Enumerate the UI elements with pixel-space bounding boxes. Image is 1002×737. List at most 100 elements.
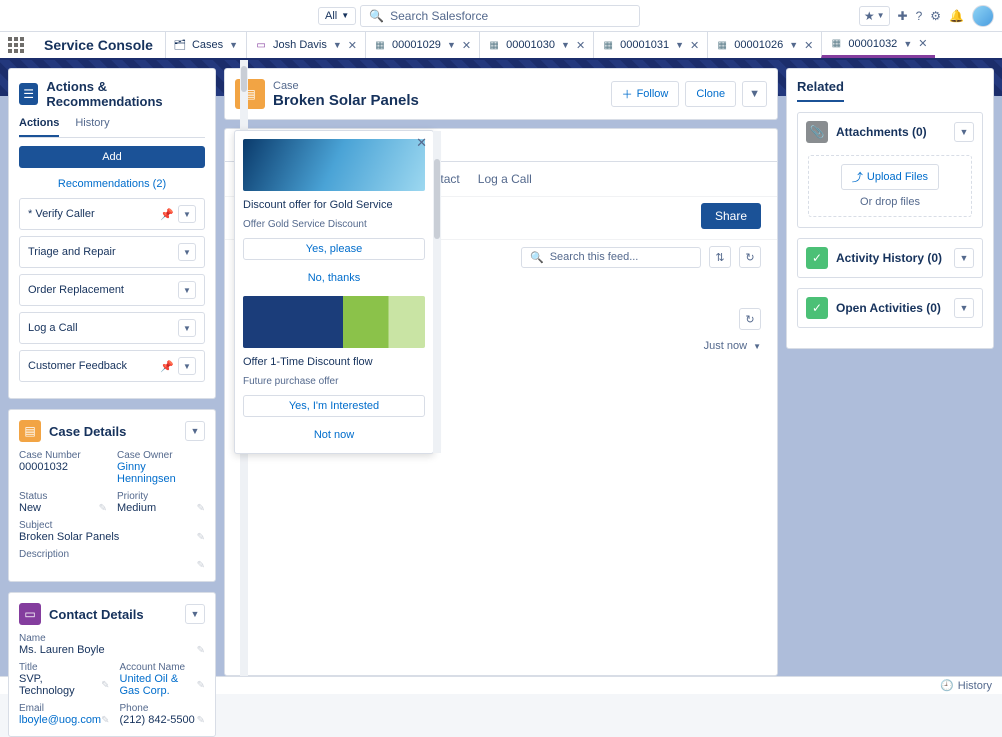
history-button[interactable]: History xyxy=(958,680,992,692)
related-card: Related 📎 Attachments (0) ▼ ⤴Upload File… xyxy=(786,68,994,349)
case-owner-link[interactable]: Ginny Henningsen xyxy=(117,461,205,485)
edit-icon[interactable]: ✎ xyxy=(197,532,205,543)
contact-icon xyxy=(255,39,267,51)
search-feed-input[interactable]: 🔍 Search this feed... xyxy=(521,247,701,268)
chevron-down-icon[interactable]: ▼ xyxy=(954,122,974,142)
close-icon[interactable]: ✕ xyxy=(416,135,427,151)
action-item[interactable]: Customer Feedback 📌 ▼ xyxy=(19,350,205,382)
edit-icon[interactable]: ✎ xyxy=(197,503,205,514)
nav-tab[interactable]: 00001026 ▼ ✕ xyxy=(707,32,821,58)
chevron-down-icon[interactable]: ▼ xyxy=(178,281,196,299)
upload-zone[interactable]: ⤴Upload Files Or drop files xyxy=(808,155,972,217)
action-item[interactable]: Log a Call ▼ xyxy=(19,312,205,344)
refresh-icon[interactable]: ↻ xyxy=(739,246,761,268)
more-actions-button[interactable]: ▼ xyxy=(742,81,767,107)
nav-tab[interactable]: 00001032 ▼ ✕ xyxy=(821,32,935,58)
page-title: Broken Solar Panels xyxy=(273,92,419,109)
chevron-down-icon[interactable]: ▼ xyxy=(178,243,196,261)
clock-icon: 🕘 xyxy=(940,679,954,692)
reject-button[interactable]: Not now xyxy=(243,425,425,445)
recommendations-link[interactable]: Recommendations (2) xyxy=(19,174,205,198)
chevron-down-icon[interactable]: ▼ xyxy=(178,205,196,223)
bell-icon[interactable]: 🔔 xyxy=(949,9,964,23)
edit-icon[interactable]: ✎ xyxy=(101,715,109,726)
quick-action[interactable]: Log a Call xyxy=(478,172,532,186)
nav-tab[interactable]: 00001031 ▼ ✕ xyxy=(593,32,707,58)
timestamp: Just now xyxy=(704,340,747,352)
refresh-icon[interactable]: ↻ xyxy=(739,308,761,330)
edit-icon[interactable]: ✎ xyxy=(197,715,205,726)
edit-icon[interactable]: ✎ xyxy=(99,503,107,514)
edit-icon[interactable]: ✎ xyxy=(197,680,205,691)
chevron-down-icon[interactable]: ▼ xyxy=(675,40,684,50)
search-scope[interactable]: All▼ xyxy=(318,7,356,25)
chevron-down-icon[interactable]: ▼ xyxy=(185,604,205,624)
chevron-down-icon[interactable]: ▼ xyxy=(447,40,456,50)
close-icon[interactable]: ✕ xyxy=(918,37,927,50)
contact-icon: ▭ xyxy=(19,603,41,625)
gear-icon[interactable]: ⚙ xyxy=(930,9,941,23)
upload-icon: ⤴ xyxy=(852,169,863,185)
chevron-down-icon[interactable]: ▼ xyxy=(753,342,761,351)
accept-button[interactable]: Yes, please xyxy=(243,238,425,260)
pin-icon[interactable]: 📌 xyxy=(160,208,174,221)
share-button[interactable]: Share xyxy=(701,203,761,229)
contact-details-card: ▭ Contact Details ▼ Name Ms. Lauren Boyl… xyxy=(8,592,216,737)
tab-actions[interactable]: Actions xyxy=(19,117,59,137)
chevron-down-icon[interactable]: ▼ xyxy=(229,40,238,50)
global-header: All▼ 🔍 Search Salesforce ★▼ ✚ ? ⚙ 🔔 xyxy=(0,0,1002,32)
upload-files-button[interactable]: ⤴Upload Files xyxy=(841,164,939,190)
reject-button[interactable]: No, thanks xyxy=(243,268,425,288)
email-link[interactable]: lboyle@uog.com xyxy=(19,714,101,726)
briefcase-icon xyxy=(374,39,386,51)
list-icon: ☰ xyxy=(19,83,38,105)
action-item[interactable]: Order Replacement ▼ xyxy=(19,274,205,306)
accept-button[interactable]: Yes, I'm Interested xyxy=(243,395,425,417)
pin-icon[interactable]: 📌 xyxy=(160,360,174,373)
scrollbar[interactable] xyxy=(433,131,441,453)
action-item[interactable]: * Verify Caller 📌 ▼ xyxy=(19,198,205,230)
add-icon[interactable]: ✚ xyxy=(898,9,908,23)
chevron-down-icon[interactable]: ▼ xyxy=(333,40,342,50)
close-icon[interactable]: ✕ xyxy=(690,39,699,52)
edit-icon[interactable]: ✎ xyxy=(197,645,205,656)
recommendation-image xyxy=(243,296,425,348)
action-item[interactable]: Triage and Repair ▼ xyxy=(19,236,205,268)
clone-button[interactable]: Clone xyxy=(685,81,736,107)
chevron-down-icon[interactable]: ▼ xyxy=(954,248,974,268)
global-search[interactable]: 🔍 Search Salesforce xyxy=(360,5,640,27)
account-link[interactable]: United Oil & Gas Corp. xyxy=(120,673,197,697)
chevron-down-icon[interactable]: ▼ xyxy=(903,39,912,49)
app-launcher[interactable] xyxy=(0,32,32,58)
tab-history[interactable]: History xyxy=(75,117,109,137)
briefcase-icon xyxy=(602,39,614,51)
follow-button[interactable]: ＋Follow xyxy=(611,81,680,107)
nav-tab[interactable]: 00001030 ▼ ✕ xyxy=(479,32,593,58)
close-icon[interactable]: ✕ xyxy=(348,39,357,52)
close-icon[interactable]: ✕ xyxy=(804,39,813,52)
favorites-button[interactable]: ★▼ xyxy=(859,6,890,26)
chevron-down-icon[interactable]: ▼ xyxy=(954,298,974,318)
search-icon: 🔍 xyxy=(369,9,384,23)
chevron-down-icon[interactable]: ▼ xyxy=(561,40,570,50)
help-icon[interactable]: ? xyxy=(916,9,923,23)
plus-icon: ＋ xyxy=(622,86,633,102)
actions-recommendations-card: ☰ Actions & Recommendations Actions Hist… xyxy=(8,68,216,399)
edit-icon[interactable]: ✎ xyxy=(101,680,109,691)
avatar[interactable] xyxy=(972,5,994,27)
chevron-down-icon[interactable]: ▼ xyxy=(178,319,196,337)
sort-icon[interactable]: ⇅ xyxy=(709,246,731,268)
nav-tab[interactable]: Cases ▼ xyxy=(165,32,246,58)
chevron-down-icon[interactable]: ▼ xyxy=(178,357,196,375)
nav-tab[interactable]: Josh Davis ▼ ✕ xyxy=(246,32,365,58)
close-icon[interactable]: ✕ xyxy=(576,39,585,52)
close-icon[interactable]: ✕ xyxy=(462,39,471,52)
chevron-down-icon[interactable]: ▼ xyxy=(789,40,798,50)
card-title: Case Details xyxy=(49,424,126,439)
recommendation-image xyxy=(243,139,425,191)
add-button[interactable]: Add xyxy=(19,146,205,168)
chevron-down-icon[interactable]: ▼ xyxy=(185,421,205,441)
case-details-card: ▤ Case Details ▼ Case Number 00001032 Ca… xyxy=(8,409,216,582)
nav-tab[interactable]: 00001029 ▼ ✕ xyxy=(365,32,479,58)
edit-icon[interactable]: ✎ xyxy=(197,560,205,571)
